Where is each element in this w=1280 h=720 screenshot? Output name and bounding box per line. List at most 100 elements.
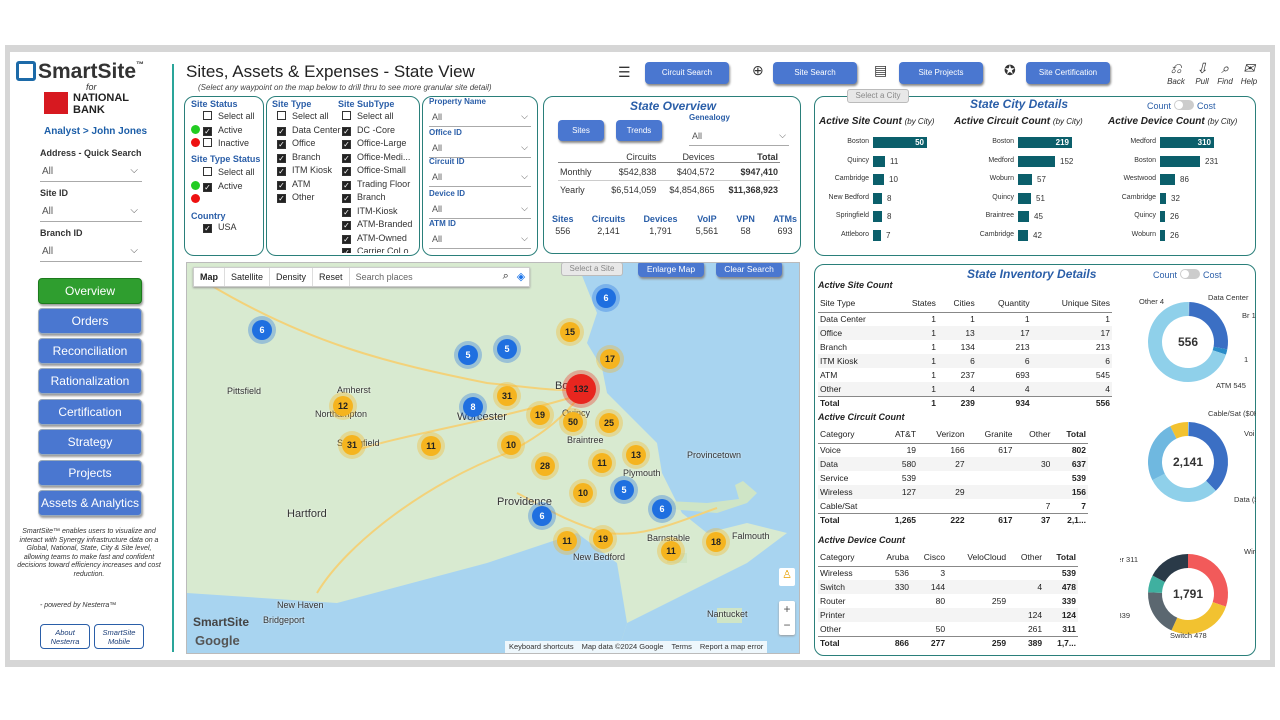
map-tab-density[interactable]: Density: [269, 268, 312, 286]
city-bar-row[interactable]: Springfield 8: [836, 211, 933, 222]
genealogy-dropdown[interactable]: All ⌵: [689, 128, 789, 146]
circuit-search-button[interactable]: Circuit Search: [645, 62, 729, 84]
city-bar-row[interactable]: Cambridge 32: [1122, 192, 1220, 204]
map-cluster-marker[interactable]: 6: [596, 288, 616, 308]
checkbox[interactable]: ✓: [277, 167, 286, 176]
city-bar-row[interactable]: New Bedford 8: [829, 192, 933, 204]
donut-slice[interactable]: [1152, 554, 1188, 582]
site-type-item[interactable]: ✓ Office: [277, 137, 341, 151]
city-bar-row[interactable]: Quincy 26: [1134, 211, 1220, 222]
enlarge-map-button[interactable]: Enlarge Map: [638, 263, 704, 277]
inv-header-cell[interactable]: Cities: [938, 294, 977, 312]
map-cluster-marker[interactable]: 11: [592, 453, 612, 473]
search-icon[interactable]: ⌕: [499, 268, 513, 286]
map-cluster-marker[interactable]: 31: [342, 435, 362, 455]
inv-header-cell[interactable]: States: [895, 294, 938, 312]
map-cluster-marker[interactable]: 15: [560, 322, 580, 342]
locate-icon[interactable]: ◈: [513, 268, 529, 286]
checkbox[interactable]: ✓: [342, 207, 351, 217]
map-cluster-marker[interactable]: 10: [573, 483, 593, 503]
property-name-dropdown[interactable]: All ⌵: [429, 109, 531, 127]
checkbox[interactable]: ✓: [342, 221, 351, 230]
site-subtype-item[interactable]: ✓ Branch: [342, 191, 412, 205]
inv-header-cell[interactable]: Category: [818, 548, 873, 566]
site-projects-button[interactable]: Site Projects: [899, 62, 983, 84]
map-cluster-marker[interactable]: 28: [535, 456, 555, 476]
map-cluster-marker[interactable]: 19: [593, 529, 613, 549]
site-status-inactive[interactable]: Inactive: [191, 137, 255, 151]
city-bar-row[interactable]: Quincy 51: [992, 192, 1078, 204]
inv-header-cell[interactable]: Verizon: [918, 425, 967, 443]
nav-assets-analytics[interactable]: Assets & Analytics: [38, 490, 142, 516]
nav-reconciliation[interactable]: Reconciliation: [38, 338, 142, 364]
nav-certification[interactable]: Certification: [38, 399, 142, 425]
site-subtype-item[interactable]: ✓ Carrier CoLo: [342, 245, 412, 253]
site-subtype-item[interactable]: ✓ Trading Floor: [342, 178, 412, 192]
nav-projects[interactable]: Projects: [38, 460, 142, 486]
checkbox[interactable]: ✓: [342, 248, 351, 253]
trends-button[interactable]: Trends: [616, 120, 662, 141]
city-bar-row[interactable]: Medford 310: [1130, 137, 1220, 148]
inv-header-cell[interactable]: Cisco: [911, 548, 947, 566]
inventory-count-cost-toggle[interactable]: Count Cost: [1153, 269, 1222, 280]
checkbox[interactable]: ✓: [342, 126, 351, 136]
map-cluster-marker[interactable]: 13: [626, 445, 646, 465]
site-subtype-item[interactable]: ✓ Office-Large: [342, 137, 412, 151]
city-bar-row[interactable]: Quincy 11: [847, 155, 933, 167]
site-subtype-item[interactable]: ✓ Office-Small: [342, 164, 412, 178]
inv-header-cell[interactable]: Quantity: [977, 294, 1032, 312]
map-cluster-marker[interactable]: 6: [652, 499, 672, 519]
site-type-status-select-all[interactable]: Select all: [191, 166, 255, 180]
nav-orders[interactable]: Orders: [38, 308, 142, 334]
checkbox[interactable]: [342, 111, 351, 120]
site-subtype-item[interactable]: ✓ ITM-Kiosk: [342, 205, 412, 219]
office-id-dropdown[interactable]: All ⌵: [429, 140, 531, 158]
map-cluster-marker[interactable]: 50: [563, 412, 583, 432]
checkbox[interactable]: ✓: [342, 153, 351, 163]
branchid-dropdown[interactable]: All ⌵: [40, 242, 142, 262]
address-dropdown[interactable]: All ⌵: [40, 162, 142, 182]
map-tab-map[interactable]: Map: [194, 268, 224, 286]
clear-search-button[interactable]: Clear Search: [716, 263, 782, 277]
checkbox[interactable]: ✓: [277, 180, 286, 190]
inv-header-cell[interactable]: Total: [1052, 425, 1088, 443]
keyboard-shortcuts-link[interactable]: Keyboard shortcuts: [505, 641, 578, 653]
inv-header-cell[interactable]: VeloCloud: [947, 548, 1008, 566]
inv-header-cell[interactable]: Granite: [967, 425, 1015, 443]
checkbox[interactable]: ✓: [277, 140, 286, 149]
find-button[interactable]: ⌕ Find: [1214, 60, 1236, 86]
inv-header-cell[interactable]: Category: [818, 425, 880, 443]
back-button[interactable]: ⎌ Back: [1164, 60, 1188, 86]
site-subtype-item[interactable]: ✓ Office-Medi...: [342, 151, 412, 165]
site-status-select-all[interactable]: Select all: [191, 110, 255, 124]
site-subtype-item[interactable]: ✓ ATM-Owned: [342, 232, 412, 246]
map-cluster-marker[interactable]: 5: [458, 345, 478, 365]
map-cluster-marker[interactable]: 11: [661, 541, 681, 561]
terms-link[interactable]: Terms: [667, 641, 695, 653]
site-type-status-active[interactable]: ✓ Active: [191, 180, 255, 194]
city-bar-row[interactable]: Westwood 86: [1123, 174, 1220, 185]
count-cost-toggle[interactable]: Count Cost: [1147, 100, 1216, 111]
site-status-active[interactable]: ✓ Active: [191, 124, 255, 138]
map-tab-reset[interactable]: Reset: [312, 268, 349, 286]
site-type-item[interactable]: ✓ Data Center: [277, 124, 341, 138]
checkbox[interactable]: ✓: [277, 194, 286, 203]
map-cluster-marker[interactable]: 18: [706, 532, 726, 552]
inv-header-cell[interactable]: Aruba: [873, 548, 911, 566]
map-cluster-marker[interactable]: 6: [532, 506, 552, 526]
inv-header-cell[interactable]: Total: [1044, 548, 1078, 566]
select-site-button[interactable]: Select a Site: [561, 263, 623, 276]
inv-header-cell[interactable]: AT&T: [880, 425, 918, 443]
nav-overview[interactable]: Overview: [38, 278, 142, 304]
map-cluster-marker[interactable]: 12: [333, 396, 353, 416]
city-bar-row[interactable]: Woburn 57: [990, 174, 1078, 185]
pegman-icon[interactable]: ♙: [779, 568, 795, 586]
map-cluster-marker[interactable]: 11: [557, 531, 577, 551]
device-id-dropdown[interactable]: All ⌵: [429, 201, 531, 219]
checkbox[interactable]: ✓: [342, 180, 351, 190]
zoom-in-button[interactable]: +: [779, 601, 795, 617]
country-usa[interactable]: ✓ USA: [203, 221, 237, 235]
checkbox[interactable]: ✓: [342, 140, 351, 149]
map-cluster-marker[interactable]: 11: [421, 436, 441, 456]
city-bar-row[interactable]: Boston 231: [1134, 155, 1220, 167]
